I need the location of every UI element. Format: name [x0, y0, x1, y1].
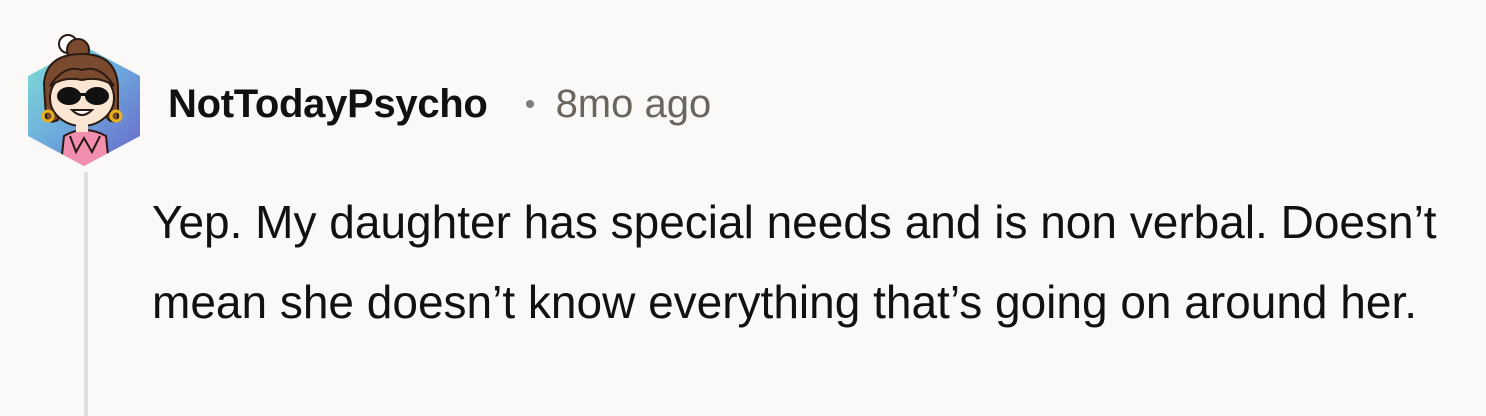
user-avatar[interactable]	[20, 24, 148, 172]
username-link[interactable]: NotTodayPsycho	[168, 82, 488, 127]
thread-line[interactable]	[84, 172, 88, 416]
timestamp[interactable]: 8mo ago	[556, 82, 712, 127]
separator-dot	[525, 100, 534, 108]
comment-header: NotTodayPsycho 8mo ago	[168, 78, 711, 130]
comment: NotTodayPsycho 8mo ago Yep. My daughter …	[0, 0, 1486, 416]
comment-body: Yep. My daughter has special needs and i…	[152, 196, 1437, 328]
avatar-icon	[28, 34, 140, 166]
